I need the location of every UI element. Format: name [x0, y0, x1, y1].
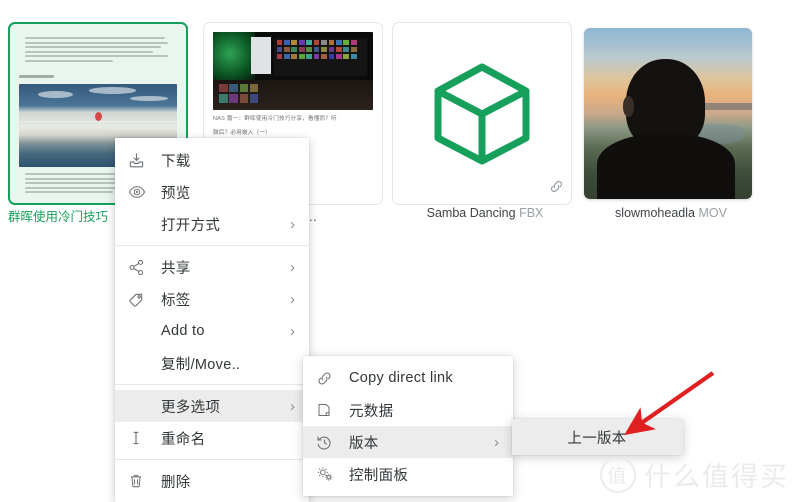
- submenu-item-control-panel[interactable]: 控制面板: [303, 458, 513, 490]
- card-samba-name: Samba Dancing: [426, 206, 516, 220]
- menu-item-more-options[interactable]: 更多选项 ›: [115, 390, 309, 422]
- card-slowmohead-name: slowmoheadla: [615, 206, 695, 220]
- submenu2-item-previous-version-label: 上一版本: [567, 430, 627, 447]
- watermark-text: 什么值得买: [644, 462, 789, 492]
- submenu2-item-previous-version[interactable]: 上一版本: [512, 419, 683, 455]
- menu-item-copy-move[interactable]: 复制/Move..: [115, 347, 309, 379]
- eye-icon: [128, 183, 154, 201]
- menu-item-share-label: 共享: [161, 260, 191, 277]
- card-samba-dancing[interactable]: [392, 22, 572, 205]
- menu-item-open-with[interactable]: 打开方式 ›: [115, 208, 309, 240]
- card-document-name: 群晖使用冷门技巧: [8, 210, 109, 224]
- share-network-icon: [128, 259, 154, 276]
- menu-item-tag[interactable]: 标签 ›: [115, 283, 309, 315]
- menu-item-download-label: 下载: [161, 153, 191, 170]
- nas-caption-line2: 鼓后？必用嵌入（一）: [213, 130, 271, 136]
- submenu-item-copy-direct-link-label: Copy direct link: [349, 370, 453, 386]
- submenu-item-control-panel-label: 控制面板: [349, 467, 409, 484]
- page-icon: [316, 402, 342, 418]
- more-options-submenu[interactable]: Copy direct link 元数据 版本 › 控制面板: [303, 356, 513, 496]
- menu-item-open-with-label: 打开方式: [161, 217, 221, 234]
- menu-item-more-options-label: 更多选项: [161, 399, 221, 416]
- chevron-right-icon: ›: [290, 258, 295, 276]
- nas-caption-line1: NAS 篇一：群晖使用冷门技巧分享，看懂而？听: [213, 116, 337, 122]
- menu-item-copy-move-label: 复制/Move..: [161, 356, 241, 373]
- watermark: 值 什么值得买: [600, 455, 789, 494]
- app-root: 群晖使用冷门技巧 NAS 篇一：群晖使用冷门技巧分享，看懂而？听 鼓后？必用嵌入…: [0, 0, 801, 502]
- menu-item-preview[interactable]: 预览: [115, 176, 309, 208]
- card-slowmohead-ext: MOV: [698, 206, 727, 220]
- menu-separator: [115, 245, 309, 246]
- card-slowmohead-label: slowmoheadla MOV: [578, 206, 764, 220]
- submenu-item-copy-direct-link[interactable]: Copy direct link: [303, 362, 513, 394]
- chevron-right-icon: ›: [290, 290, 295, 308]
- submenu-item-version-label: 版本: [349, 435, 379, 452]
- menu-item-rename[interactable]: 重命名: [115, 422, 309, 454]
- chevron-right-icon: ›: [290, 215, 295, 233]
- menu-separator: [115, 384, 309, 385]
- cube-icon: [393, 23, 571, 204]
- menu-item-tag-label: 标签: [161, 292, 191, 309]
- link-badge-icon: [549, 179, 564, 199]
- card-slowmohead[interactable]: [578, 22, 758, 205]
- watermark-badge: 值: [600, 456, 636, 493]
- photo-thumbnail: [584, 28, 752, 199]
- menu-item-delete[interactable]: 删除: [115, 465, 309, 497]
- submenu-item-version[interactable]: 版本 ›: [303, 426, 513, 458]
- submenu-item-metadata[interactable]: 元数据: [303, 394, 513, 426]
- menu-item-share[interactable]: 共享 ›: [115, 251, 309, 283]
- menu-item-delete-label: 删除: [161, 474, 191, 491]
- submenu-item-metadata-label: 元数据: [349, 403, 394, 420]
- history-clock-icon: [316, 434, 342, 451]
- card-samba-label: Samba Dancing FBX: [392, 206, 578, 220]
- menu-item-add-to-label: Add to: [161, 323, 205, 339]
- file-context-menu[interactable]: 下载 预览 打开方式 › 共享 › 标签 › Add to › 复制/Move.…: [115, 138, 309, 502]
- gears-icon: [316, 465, 342, 483]
- chevron-right-icon: ›: [290, 397, 295, 415]
- menu-item-add-to[interactable]: Add to ›: [115, 315, 309, 347]
- card-samba-ext: FBX: [519, 206, 544, 220]
- menu-item-download[interactable]: 下载: [115, 144, 309, 176]
- menu-item-preview-label: 预览: [161, 185, 191, 202]
- download-icon: [128, 152, 154, 169]
- tag-icon: [128, 291, 154, 308]
- link-icon: [316, 370, 342, 387]
- trash-icon: [128, 473, 154, 489]
- chevron-right-icon: ›: [290, 322, 295, 340]
- version-submenu[interactable]: 上一版本: [512, 419, 683, 455]
- text-cursor-icon: [128, 430, 154, 446]
- menu-separator: [115, 459, 309, 460]
- menu-item-rename-label: 重命名: [161, 431, 206, 448]
- chevron-right-icon: ›: [494, 433, 499, 451]
